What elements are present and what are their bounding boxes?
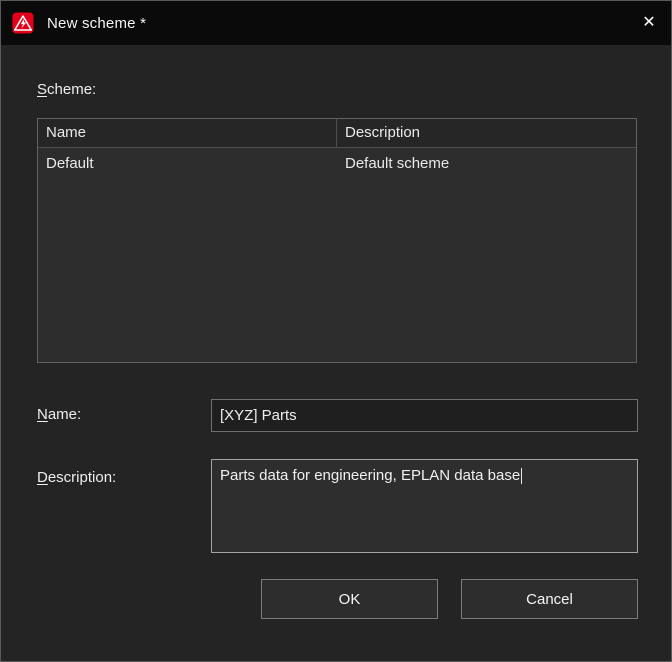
- table-row[interactable]: Default Default scheme: [38, 148, 636, 179]
- titlebar: New scheme * ✕: [1, 1, 671, 45]
- scheme-table: Name Description Default Default scheme: [37, 118, 637, 363]
- ok-button[interactable]: OK: [261, 579, 438, 619]
- text-caret: [521, 468, 522, 484]
- new-scheme-dialog: New scheme * ✕ Scheme: Name Description …: [0, 0, 672, 662]
- scheme-table-header: Name Description: [38, 119, 636, 148]
- cancel-button[interactable]: Cancel: [461, 579, 638, 619]
- close-button[interactable]: ✕: [627, 1, 671, 45]
- scheme-label: Scheme:: [37, 81, 96, 98]
- description-input[interactable]: Parts data for engineering, EPLAN data b…: [211, 459, 638, 553]
- row-cell-name: Default: [38, 148, 337, 179]
- name-label: Name:: [37, 406, 81, 423]
- window-title: New scheme *: [47, 15, 146, 32]
- close-icon: ✕: [642, 15, 655, 31]
- column-header-name[interactable]: Name: [38, 119, 337, 147]
- eplan-logo-icon: [12, 12, 34, 34]
- name-input[interactable]: [211, 399, 638, 432]
- description-text: Parts data for engineering, EPLAN data b…: [220, 467, 520, 484]
- description-label: Description:: [37, 469, 116, 486]
- column-header-description[interactable]: Description: [337, 119, 636, 147]
- row-cell-description: Default scheme: [337, 148, 636, 179]
